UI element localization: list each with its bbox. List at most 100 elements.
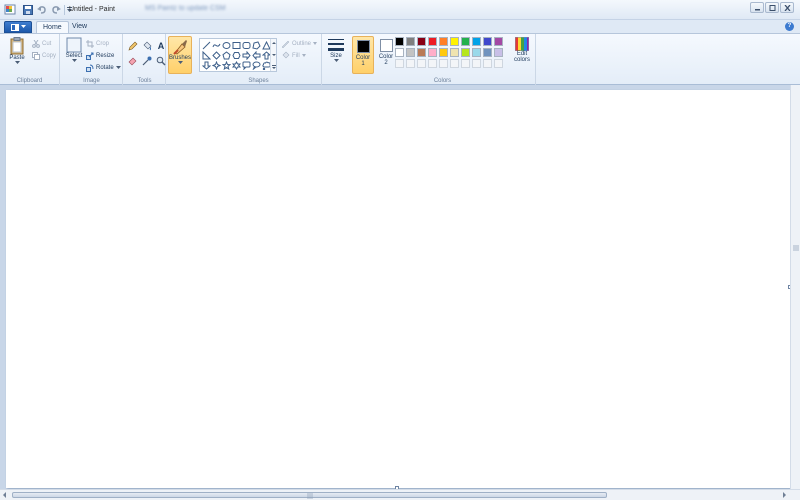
palette-swatch[interactable] [428,48,437,57]
resize-icon [86,52,94,60]
paint-menu-button[interactable] [4,21,32,33]
palette-swatch[interactable] [417,37,426,46]
ribbon: Paste Cut Copy Clipboard Select Crop Res… [0,33,800,86]
right-triangle-shape-icon[interactable] [201,50,211,60]
paste-button[interactable]: Paste [6,37,28,65]
select-button[interactable]: Select [64,37,84,63]
rounded-callout-shape-icon[interactable] [241,60,251,70]
custom-color-slot[interactable] [450,59,459,68]
polygon-shape-icon[interactable] [251,40,261,50]
paint-app-icon[interactable] [4,3,17,16]
palette-swatch[interactable] [439,37,448,46]
rotate-button[interactable]: Rotate [86,62,121,73]
hexagon-shape-icon[interactable] [231,50,241,60]
oval-callout-shape-icon[interactable] [251,60,261,70]
palette-swatch[interactable] [406,48,415,57]
undo-icon[interactable] [36,4,47,15]
curve-shape-icon[interactable] [211,40,221,50]
palette-swatch[interactable] [461,48,470,57]
line-shape-icon[interactable] [201,40,211,50]
cut-button[interactable]: Cut [32,38,51,49]
rounded-rectangle-shape-icon[interactable] [241,40,251,50]
palette-swatch[interactable] [417,48,426,57]
minimize-button[interactable] [750,2,764,13]
tools-grid: A [127,40,167,67]
color2-button[interactable]: Color 2 [375,36,397,74]
custom-color-slot[interactable] [472,59,481,68]
blurred-caption: MS Paintz to update CSM [145,5,226,12]
oval-shape-icon[interactable] [221,40,231,50]
outline-button[interactable]: Outline [281,38,318,49]
horizontal-scroll-thumb[interactable] [12,492,607,499]
palette-swatch[interactable] [439,48,448,57]
shapes-gallery-scroll[interactable] [270,39,276,71]
pentagon-shape-icon[interactable] [221,50,231,60]
close-button[interactable] [780,2,794,13]
edit-colors-button[interactable]: Edit colors [510,37,534,63]
canvas-workspace [0,85,800,490]
custom-color-slot[interactable] [417,59,426,68]
down-arrow-shape-icon[interactable] [201,60,211,70]
palette-swatch[interactable] [472,37,481,46]
diamond-shape-icon[interactable] [211,50,221,60]
horizontal-scrollbar[interactable] [0,489,800,500]
palette-swatch[interactable] [494,48,503,57]
color1-button[interactable]: Color 1 [352,36,374,74]
palette-swatch[interactable] [395,48,404,57]
color1-swatch [356,40,370,53]
outline-dropdown-icon [313,42,318,45]
right-arrow-shape-icon[interactable] [241,50,251,60]
palette-swatch[interactable] [494,37,503,46]
custom-color-slot[interactable] [406,59,415,68]
title-separator [64,5,65,15]
palette-swatch[interactable] [428,37,437,46]
vertical-scrollbar[interactable] [790,85,800,489]
crop-button[interactable]: Crop [86,38,109,49]
tab-view[interactable]: View [66,21,93,33]
palette-swatch[interactable] [450,37,459,46]
cut-label: Cut [42,40,52,47]
chevron-down-icon [272,54,276,56]
color-picker-icon[interactable] [141,55,153,67]
six-point-star-shape-icon[interactable] [231,60,241,70]
custom-color-slot[interactable] [483,59,492,68]
custom-color-slot[interactable] [494,59,503,68]
palette-swatch[interactable] [472,48,481,57]
left-arrow-shape-icon[interactable] [251,50,261,60]
redo-icon[interactable] [50,4,61,15]
magnifier-icon[interactable] [155,55,167,67]
palette-swatch[interactable] [395,37,404,46]
four-point-star-shape-icon[interactable] [211,60,221,70]
palette-swatch[interactable] [406,37,415,46]
line-size-icon [328,39,344,51]
tab-home[interactable]: Home [36,21,69,33]
drawing-canvas[interactable] [6,90,790,488]
fill-button[interactable]: Fill [281,50,306,61]
copy-button[interactable]: Copy [32,50,56,61]
rectangle-shape-icon[interactable] [231,40,241,50]
custom-color-slot[interactable] [395,59,404,68]
size-group: Size [323,34,349,86]
text-tool-icon[interactable]: A [155,40,167,52]
fill-bucket-icon[interactable] [141,40,153,52]
palette-swatch[interactable] [450,48,459,57]
palette-swatch[interactable] [461,37,470,46]
save-icon[interactable] [22,4,33,15]
custom-color-slot[interactable] [461,59,470,68]
five-point-star-shape-icon[interactable] [221,60,231,70]
palette-swatch[interactable] [483,48,492,57]
copy-icon [32,51,40,60]
resize-button[interactable]: Resize [86,50,114,61]
pencil-icon[interactable] [127,40,139,52]
brushes-button[interactable]: Brushes [168,36,192,74]
copy-label: Copy [42,52,57,59]
eraser-icon[interactable] [127,55,139,67]
size-dropdown-icon [333,59,339,62]
palette-swatch[interactable] [483,37,492,46]
maximize-button[interactable] [765,2,779,13]
help-icon[interactable]: ? [785,22,794,31]
custom-color-slot[interactable] [428,59,437,68]
size-button[interactable]: Size [326,37,346,63]
minimize-icon [754,8,760,10]
custom-color-slot[interactable] [439,59,448,68]
